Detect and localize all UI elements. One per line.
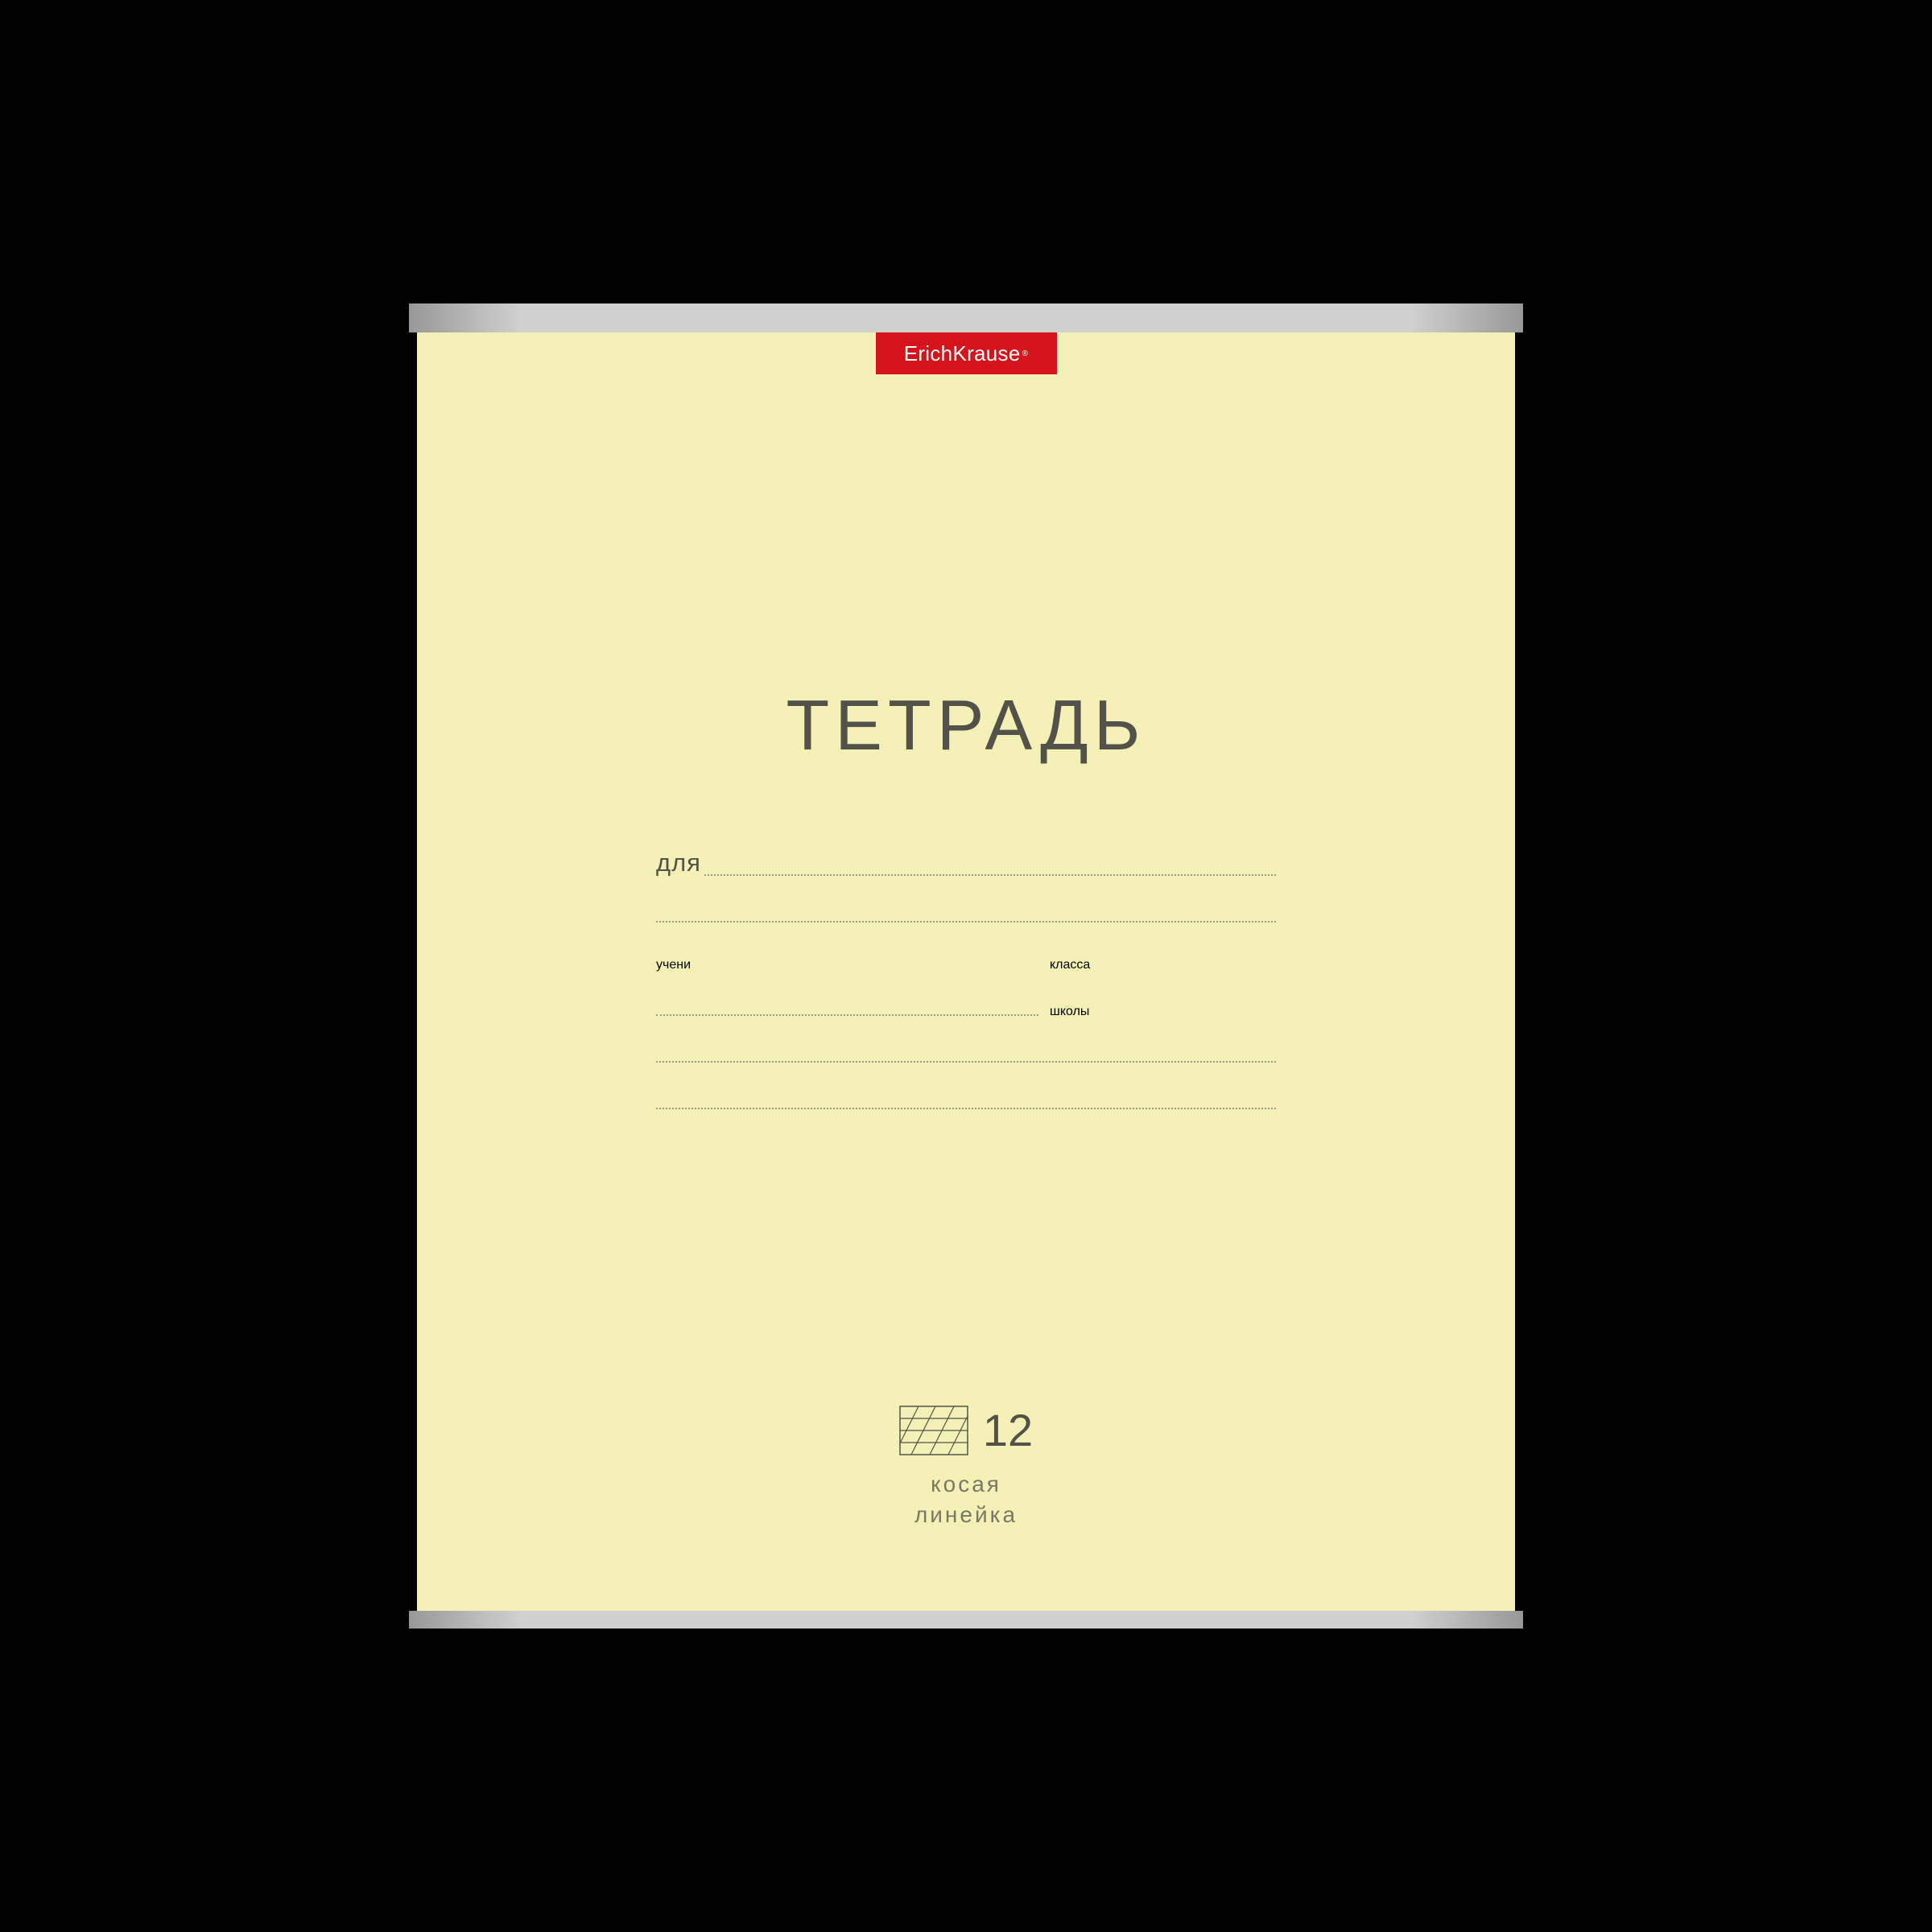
form-line-blank-3 [656, 1066, 1276, 1113]
class-label: класса [1050, 958, 1090, 972]
dotted-line [656, 921, 1276, 923]
form-line-school: школы [656, 972, 1276, 1019]
dotted-line [656, 1108, 1276, 1109]
dotted-line [704, 874, 1276, 876]
oblique-ruling-icon [899, 1406, 968, 1455]
ruling-icon-row: 12 [899, 1404, 1033, 1456]
brand-tag: ErichKrause® [876, 332, 1057, 374]
notebook-title: ТЕТРАДЬ [786, 684, 1146, 766]
dotted-line [656, 1014, 1038, 1016]
form-line-student-class: учени класса [656, 926, 1276, 972]
ruling-line-1: косая [931, 1472, 1001, 1496]
spiral-binding-top [409, 303, 1523, 332]
student-label: учени [656, 958, 691, 972]
school-label: школы [1050, 1005, 1089, 1019]
notebook: ErichKrause® ТЕТРАДЬ для учени класс [409, 303, 1523, 1629]
form-line-blank-1 [656, 879, 1276, 926]
notebook-cover: ErichKrause® ТЕТРАДЬ для учени класс [417, 332, 1515, 1611]
spec-section: 12 косая линейка [417, 1404, 1515, 1530]
spiral-binding-bottom [409, 1611, 1523, 1629]
for-label: для [656, 848, 701, 879]
page-count: 12 [983, 1404, 1033, 1456]
form-line-blank-2 [656, 1019, 1276, 1066]
form-area: для учени класса [656, 832, 1276, 1113]
dotted-line [656, 1061, 1276, 1063]
form-line-for: для [656, 832, 1276, 879]
ruling-line-2: линейка [914, 1502, 1018, 1527]
registered-mark: ® [1022, 349, 1029, 358]
brand-name: ErichKrause [904, 341, 1021, 366]
ruling-type-label: косая линейка [914, 1469, 1018, 1530]
